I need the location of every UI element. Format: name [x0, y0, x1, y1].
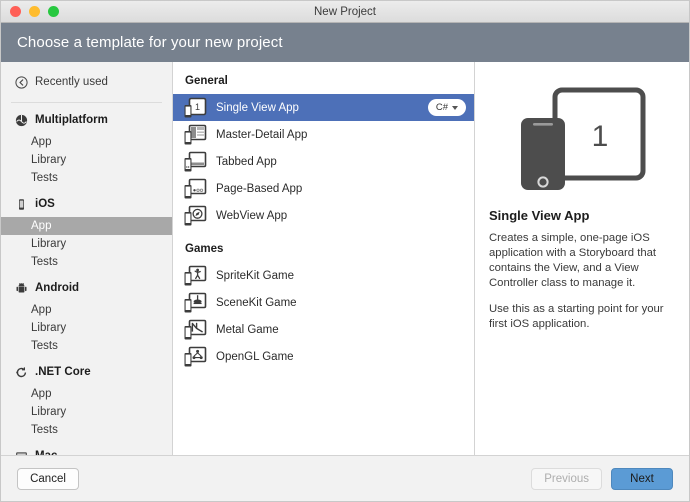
sidebar-group-header-dotnet-core[interactable]: .NET Core	[1, 362, 172, 382]
template-row-label: OpenGL Game	[216, 350, 294, 363]
sidebar-recently-used-label: Recently used	[35, 76, 108, 88]
spritekit-game-icon	[183, 265, 207, 287]
history-icon	[15, 75, 28, 89]
webview-app-icon	[183, 205, 207, 227]
template-section-header-games: Games	[185, 243, 224, 255]
titlebar: New Project	[1, 1, 689, 23]
sidebar-group-label: iOS	[35, 198, 55, 210]
template-row-label: Single View App	[216, 101, 299, 114]
opengl-game-icon	[183, 346, 207, 368]
sidebar-group-android: Android App Library Tests	[1, 278, 172, 355]
sidebar-item-android-app[interactable]: App	[1, 301, 172, 319]
template-row-opengl-game[interactable]: OpenGL Game	[173, 343, 474, 370]
sidebar-item-ios-app[interactable]: App	[1, 217, 172, 235]
template-row-spritekit-game[interactable]: SpriteKit Game	[173, 262, 474, 289]
previous-button[interactable]: Previous	[531, 467, 602, 490]
template-row-metal-game[interactable]: Metal Game	[173, 316, 474, 343]
single-view-app-icon: 1	[183, 97, 207, 119]
multiplatform-icon	[15, 114, 28, 127]
sidebar-group-header-mac[interactable]: Mac	[1, 446, 172, 455]
sidebar-item-dotnet-tests[interactable]: Tests	[1, 421, 172, 439]
traffic-lights	[1, 6, 59, 17]
template-row-label: SpriteKit Game	[216, 269, 294, 282]
sidebar-group-label: Multiplatform	[35, 114, 108, 126]
next-button[interactable]: Next	[611, 467, 673, 490]
sidebar-group-label: .NET Core	[35, 366, 91, 378]
detail-title: Single View App	[489, 208, 590, 223]
svg-text:1: 1	[195, 102, 200, 112]
template-row-label: SceneKit Game	[216, 296, 297, 309]
tabbed-app-icon	[183, 151, 207, 173]
scenekit-game-icon	[183, 292, 207, 314]
page-title: Choose a template for your new project	[17, 34, 283, 51]
sidebar-item-ios-library[interactable]: Library	[1, 235, 172, 253]
sidebar-group-header-multiplatform[interactable]: Multiplatform	[1, 110, 172, 130]
template-detail-panel: 1 Single View App Creates a simple, one-…	[475, 62, 689, 455]
template-row-label: Page-Based App	[216, 182, 303, 195]
sidebar-item-multiplatform-app[interactable]: App	[1, 133, 172, 151]
sidebar-item-dotnet-app[interactable]: App	[1, 385, 172, 403]
template-list[interactable]: General 1 Single View App C# Master-Deta…	[173, 62, 475, 455]
sidebar-group-label: Android	[35, 282, 80, 294]
close-button[interactable]	[10, 6, 21, 17]
cancel-button[interactable]: Cancel	[17, 467, 79, 490]
template-row-label: WebView App	[216, 209, 288, 222]
detail-paragraph-2: Use this as a starting point for your fi…	[489, 303, 664, 330]
sidebar-item-ios-tests[interactable]: Tests	[1, 253, 172, 271]
android-icon	[15, 282, 28, 295]
sidebar-item-recently-used[interactable]: Recently used	[1, 67, 172, 97]
template-row-scenekit-game[interactable]: SceneKit Game	[173, 289, 474, 316]
metal-game-icon	[183, 319, 207, 341]
language-dropdown-value: C#	[435, 102, 449, 113]
new-project-dialog: New Project Choose a template for your n…	[0, 0, 690, 502]
sidebar-group-header-ios[interactable]: iOS	[1, 194, 172, 214]
template-row-page-based-app[interactable]: Page-Based App	[173, 175, 474, 202]
template-section-header-general: General	[185, 75, 228, 87]
window-title: New Project	[314, 5, 376, 18]
sidebar-group-header-android[interactable]: Android	[1, 278, 172, 298]
template-row-single-view-app[interactable]: 1 Single View App C#	[173, 94, 474, 121]
sidebar-item-multiplatform-tests[interactable]: Tests	[1, 169, 172, 187]
chevron-down-icon	[452, 105, 459, 110]
master-detail-app-icon	[183, 124, 207, 146]
language-dropdown[interactable]: C#	[428, 99, 466, 116]
sidebar-group-dotnet-core: .NET Core App Library Tests	[1, 362, 172, 439]
template-row-label: Master-Detail App	[216, 128, 308, 141]
sidebar-item-multiplatform-library[interactable]: Library	[1, 151, 172, 169]
sidebar-group-label: Mac	[35, 450, 57, 455]
mac-display-icon	[15, 450, 28, 455]
dialog-body: Recently used Multiplatform App Library …	[1, 62, 689, 455]
zoom-button[interactable]	[48, 6, 59, 17]
template-row-webview-app[interactable]: WebView App	[173, 202, 474, 229]
header-banner: Choose a template for your new project	[1, 23, 689, 62]
template-row-label: Tabbed App	[216, 155, 277, 168]
sidebar-item-dotnet-library[interactable]: Library	[1, 403, 172, 421]
page-based-app-icon	[183, 178, 207, 200]
illustration-number: 1	[592, 120, 609, 153]
sidebar-group-mac: Mac App Library	[1, 446, 172, 455]
category-sidebar[interactable]: Recently used Multiplatform App Library …	[1, 62, 173, 455]
sidebar-group-ios: iOS App Library Tests	[1, 194, 172, 271]
sidebar-item-android-tests[interactable]: Tests	[1, 337, 172, 355]
detail-paragraph-1: Creates a simple, one-page iOS applicati…	[489, 232, 657, 289]
sidebar-divider	[11, 102, 162, 103]
minimize-button[interactable]	[29, 6, 40, 17]
dialog-footer: Cancel Previous Next	[1, 455, 689, 501]
template-row-tabbed-app[interactable]: Tabbed App	[173, 148, 474, 175]
template-row-label: Metal Game	[216, 323, 279, 336]
template-illustration: 1	[489, 80, 673, 200]
sidebar-group-multiplatform: Multiplatform App Library Tests	[1, 110, 172, 187]
dotnet-core-icon	[15, 366, 28, 379]
sidebar-item-android-library[interactable]: Library	[1, 319, 172, 337]
ios-phone-icon	[15, 198, 28, 211]
template-row-master-detail-app[interactable]: Master-Detail App	[173, 121, 474, 148]
